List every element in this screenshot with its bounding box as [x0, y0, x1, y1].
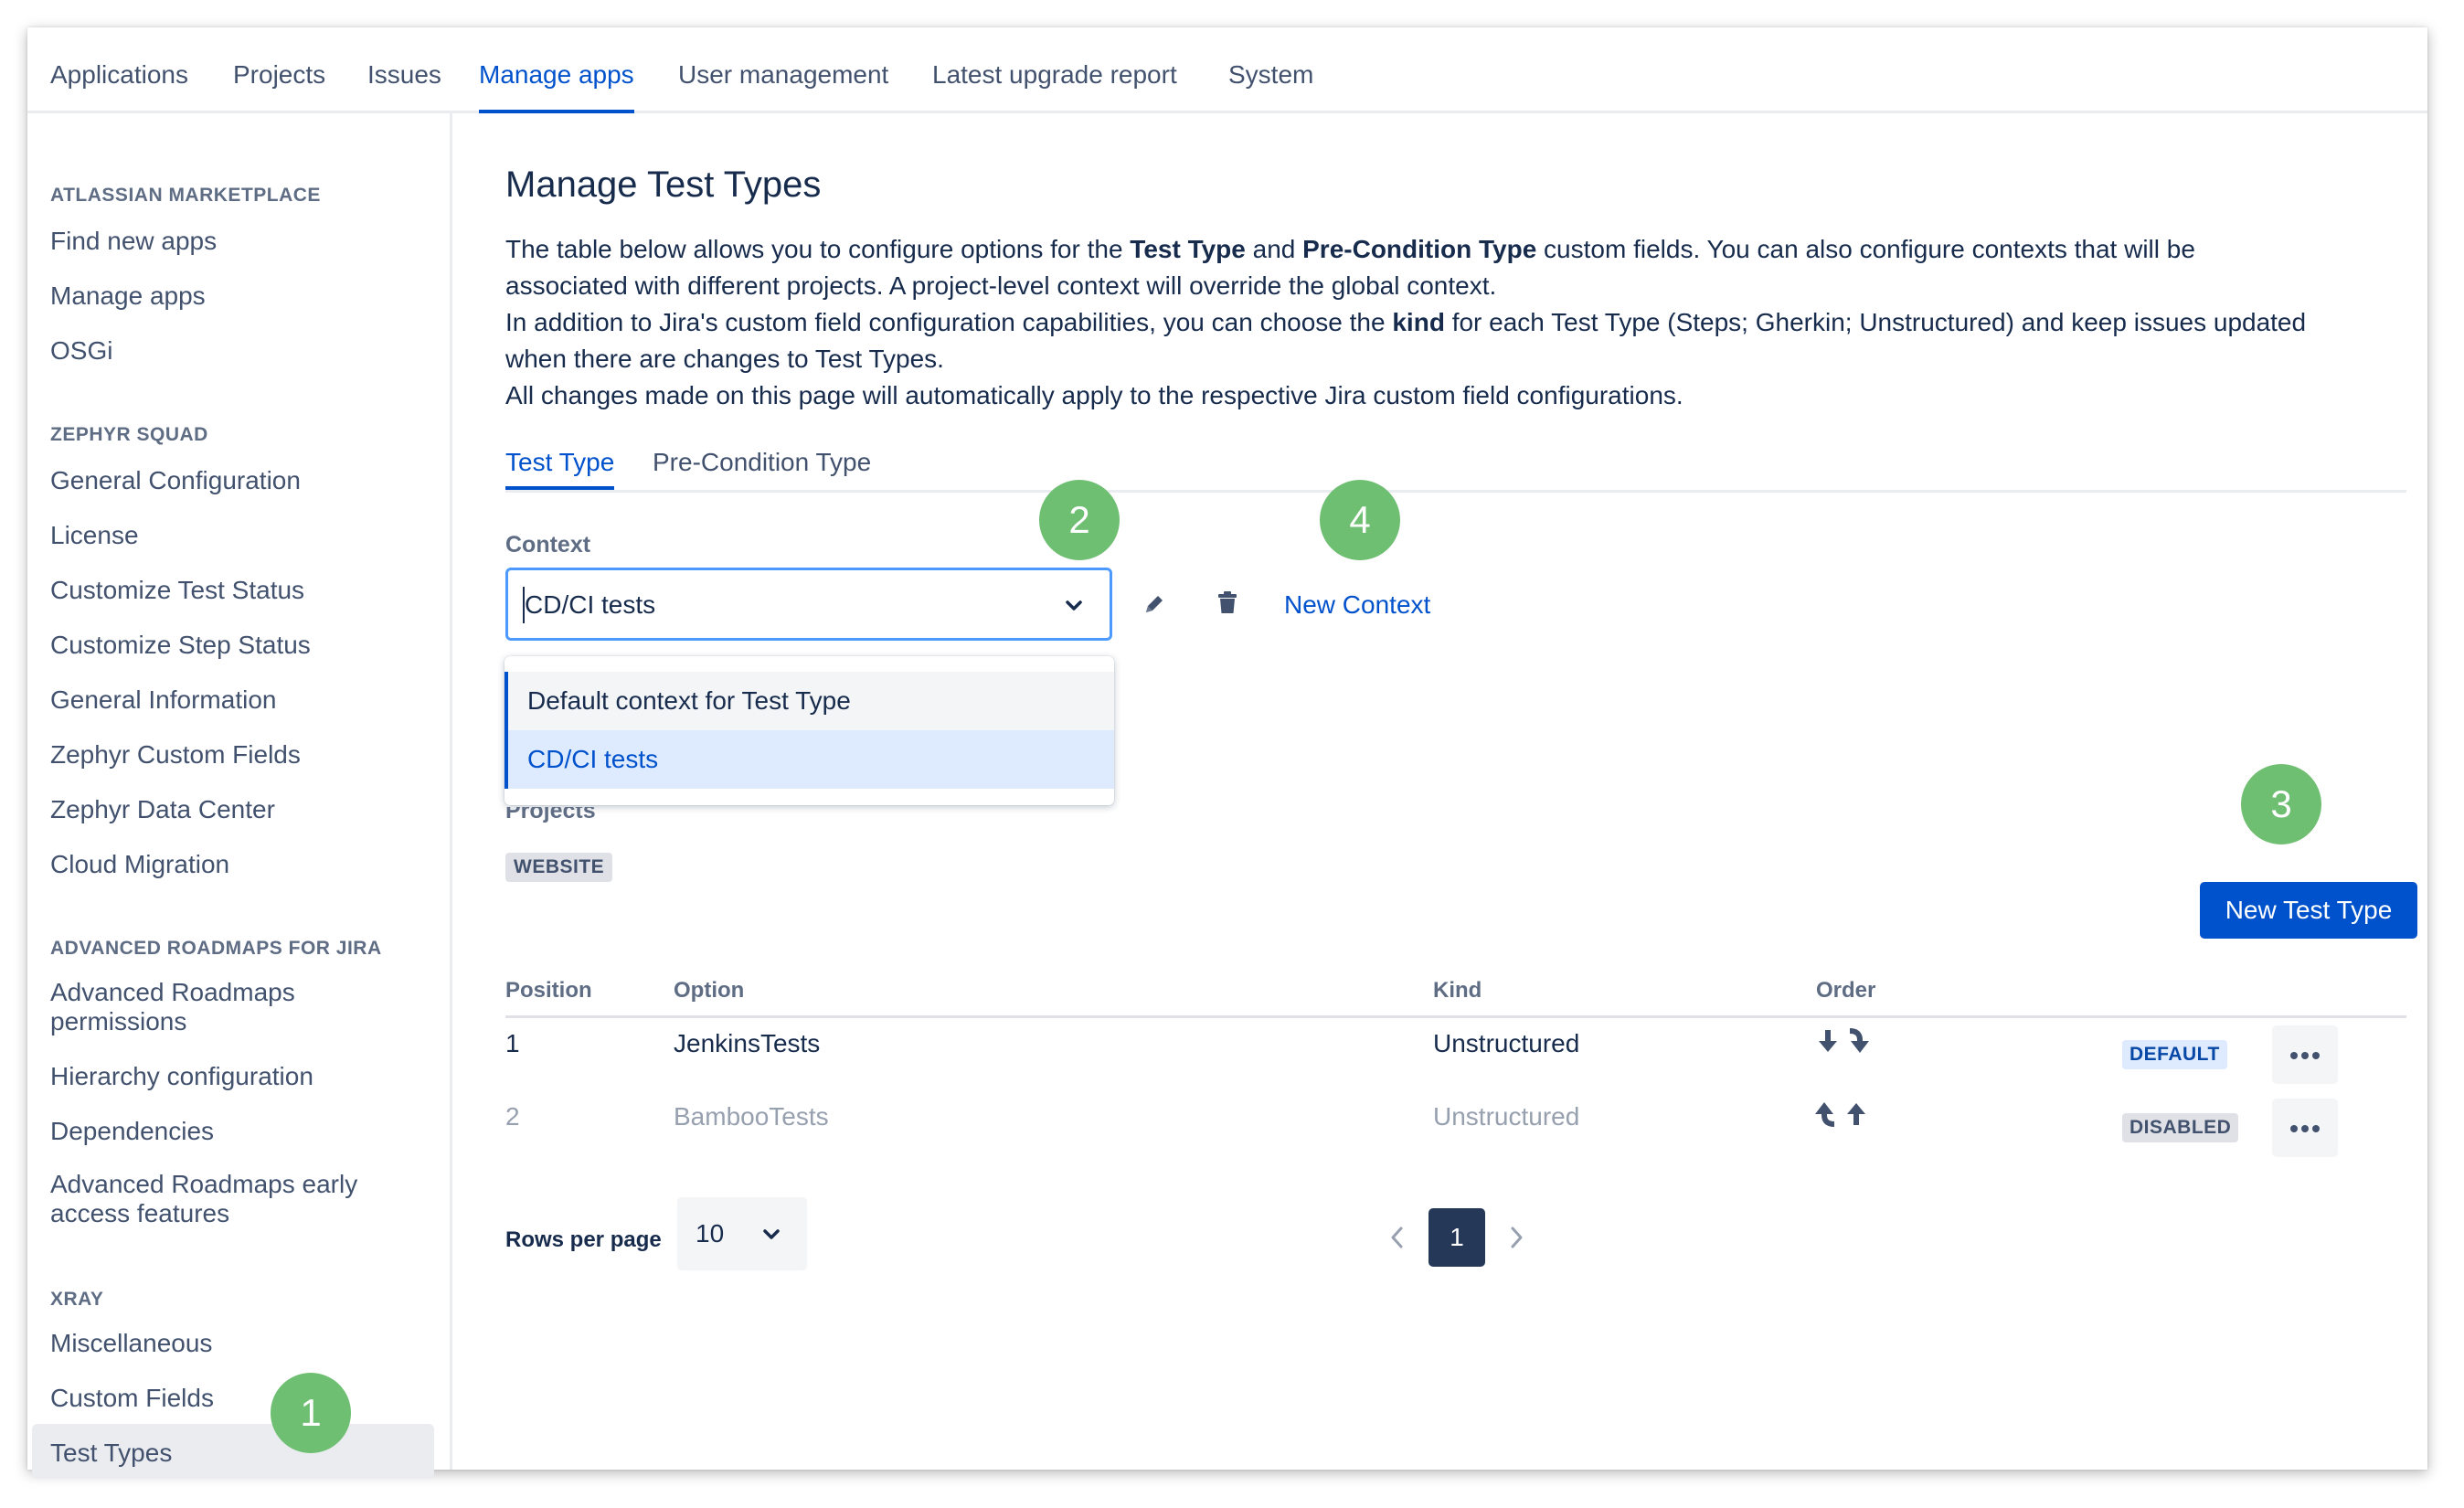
arrow-up-icon[interactable]	[1844, 1099, 1868, 1128]
annotation-badge-1: 1	[271, 1373, 351, 1453]
cell-kind: Unstructured	[1433, 1029, 1580, 1057]
sidebar-item-zephyr-data-center[interactable]: Zephyr Data Center	[50, 795, 434, 824]
tab-applications[interactable]: Applications	[50, 60, 188, 90]
cell-position: 2	[505, 1102, 520, 1131]
sidebar-heading-atlassian-marketplace: ATLASSIAN MARKETPLACE	[50, 185, 321, 206]
tab-manage-apps[interactable]: Manage apps	[479, 60, 634, 113]
status-badge-default: DEFAULT	[2122, 1040, 2227, 1069]
dot	[2301, 1125, 2309, 1132]
pencil-icon[interactable]	[1141, 590, 1168, 618]
tab-pre-condition-type[interactable]: Pre-Condition Type	[653, 448, 871, 477]
sidebar-item-miscellaneous[interactable]: Miscellaneous	[50, 1329, 434, 1358]
tab-issues[interactable]: Issues	[367, 60, 441, 90]
column-header-option[interactable]: Option	[674, 978, 744, 1004]
arrow-down-icon[interactable]	[1844, 1027, 1870, 1057]
tab-projects[interactable]: Projects	[233, 60, 325, 90]
sidebar-item-general-configuration[interactable]: General Configuration	[50, 466, 434, 495]
cell-position: 1	[505, 1029, 520, 1057]
sidebar-heading-advanced-roadmaps: ADVANCED ROADMAPS FOR JIRA	[50, 938, 382, 959]
sidebar-item-cloud-migration[interactable]: Cloud Migration	[50, 850, 434, 879]
sidebar-heading-xray: XRAY	[50, 1289, 104, 1310]
tab-latest-upgrade-report[interactable]: Latest upgrade report	[932, 60, 1177, 90]
context-select-value: CD/CI tests	[525, 590, 656, 619]
tab-test-type[interactable]: Test Type	[505, 448, 615, 490]
description-line-1: The table below allows you to configure …	[505, 235, 2195, 263]
cell-kind: Unstructured	[1433, 1102, 1580, 1131]
context-option-cdci-tests[interactable]: CD/CI tests	[504, 730, 1114, 789]
top-navigation: Applications Projects Issues Manage apps…	[27, 27, 2427, 113]
sidebar-item-advanced-roadmaps-permissions[interactable]: Advanced Roadmaps permissions	[50, 978, 352, 1036]
context-option-default[interactable]: Default context for Test Type	[504, 672, 1114, 730]
sidebar: ATLASSIAN MARKETPLACE Find new apps Mana…	[27, 113, 452, 1479]
column-header-order[interactable]: Order	[1816, 978, 1875, 1004]
page-button-current[interactable]: 1	[1428, 1208, 1485, 1267]
sidebar-item-hierarchy-configuration[interactable]: Hierarchy configuration	[50, 1062, 434, 1091]
tab-system[interactable]: System	[1228, 60, 1313, 90]
context-select[interactable]: CD/CI tests	[505, 568, 1112, 641]
admin-window: Applications Projects Issues Manage apps…	[27, 27, 2427, 1479]
arrow-down-icon[interactable]	[1816, 1027, 1840, 1057]
new-context-link[interactable]: New Context	[1284, 590, 1430, 620]
description-line-4: when there are changes to Test Types.	[505, 345, 944, 373]
chevron-down-icon	[1066, 600, 1082, 611]
description-line-2: associated with different projects. A pr…	[505, 271, 1497, 300]
description-line-5: All changes made on this page will autom…	[505, 381, 1683, 409]
sidebar-item-test-types[interactable]: Test Types	[50, 1439, 434, 1468]
description-line-3: In addition to Jira's custom field confi…	[505, 308, 2307, 336]
sidebar-item-license[interactable]: License	[50, 521, 434, 550]
new-test-type-button[interactable]: New Test Type	[2200, 882, 2417, 939]
arrow-up-icon[interactable]	[1814, 1099, 1840, 1128]
rows-per-page-select[interactable]: 10	[677, 1197, 807, 1270]
option-indicator	[504, 672, 508, 730]
dot	[2312, 1052, 2320, 1059]
context-option-label: CD/CI tests	[527, 745, 659, 773]
project-tag-website: WEBSITE	[505, 853, 613, 882]
sidebar-item-customize-test-status[interactable]: Customize Test Status	[50, 576, 434, 605]
table-header-divider	[505, 1015, 2406, 1018]
projects-label: Projects	[505, 807, 596, 823]
chevron-right-icon[interactable]	[1506, 1223, 1526, 1252]
dot	[2312, 1125, 2320, 1132]
sidebar-item-osgi[interactable]: OSGi	[50, 336, 434, 366]
column-header-position[interactable]: Position	[505, 978, 592, 1004]
sidebar-item-manage-apps[interactable]: Manage apps	[50, 281, 434, 311]
context-option-label: Default context for Test Type	[527, 686, 851, 715]
annotation-badge-2: 2	[1039, 480, 1120, 560]
sidebar-heading-zephyr-squad: ZEPHYR SQUAD	[50, 424, 208, 445]
cell-option: BambooTests	[674, 1102, 829, 1131]
status-badge-disabled: DISABLED	[2122, 1113, 2239, 1142]
cell-option: JenkinsTests	[674, 1029, 821, 1057]
sidebar-item-find-new-apps[interactable]: Find new apps	[50, 227, 434, 256]
dot	[2290, 1052, 2298, 1059]
chevron-down-icon	[763, 1229, 780, 1239]
context-label: Context	[505, 532, 591, 558]
option-indicator	[504, 730, 508, 789]
trash-icon[interactable]	[1214, 589, 1241, 618]
more-icon[interactable]	[2272, 1025, 2338, 1084]
dot	[2290, 1125, 2298, 1132]
chevron-left-icon[interactable]	[1387, 1223, 1407, 1252]
sidebar-item-custom-fields[interactable]: Custom Fields	[50, 1384, 434, 1413]
context-dropdown-menu: Default context for Test Type CD/CI test…	[504, 656, 1114, 805]
sidebar-item-customize-step-status[interactable]: Customize Step Status	[50, 631, 434, 660]
sidebar-item-dependencies[interactable]: Dependencies	[50, 1117, 434, 1146]
rows-per-page-value: 10	[696, 1219, 725, 1248]
page-title: Manage Test Types	[505, 165, 822, 205]
dot	[2301, 1052, 2309, 1059]
annotation-badge-3: 3	[2241, 764, 2321, 844]
sidebar-item-general-information[interactable]: General Information	[50, 685, 434, 715]
tab-user-management[interactable]: User management	[678, 60, 888, 90]
sidebar-item-advanced-roadmaps-early-access[interactable]: Advanced Roadmaps early access features	[50, 1170, 379, 1228]
sidebar-item-zephyr-custom-fields[interactable]: Zephyr Custom Fields	[50, 740, 434, 770]
tabs-divider	[505, 490, 2406, 493]
column-header-kind[interactable]: Kind	[1433, 978, 1482, 1004]
annotation-badge-4: 4	[1320, 480, 1400, 560]
rows-per-page-label: Rows per page	[505, 1227, 662, 1252]
more-icon[interactable]	[2272, 1099, 2338, 1157]
